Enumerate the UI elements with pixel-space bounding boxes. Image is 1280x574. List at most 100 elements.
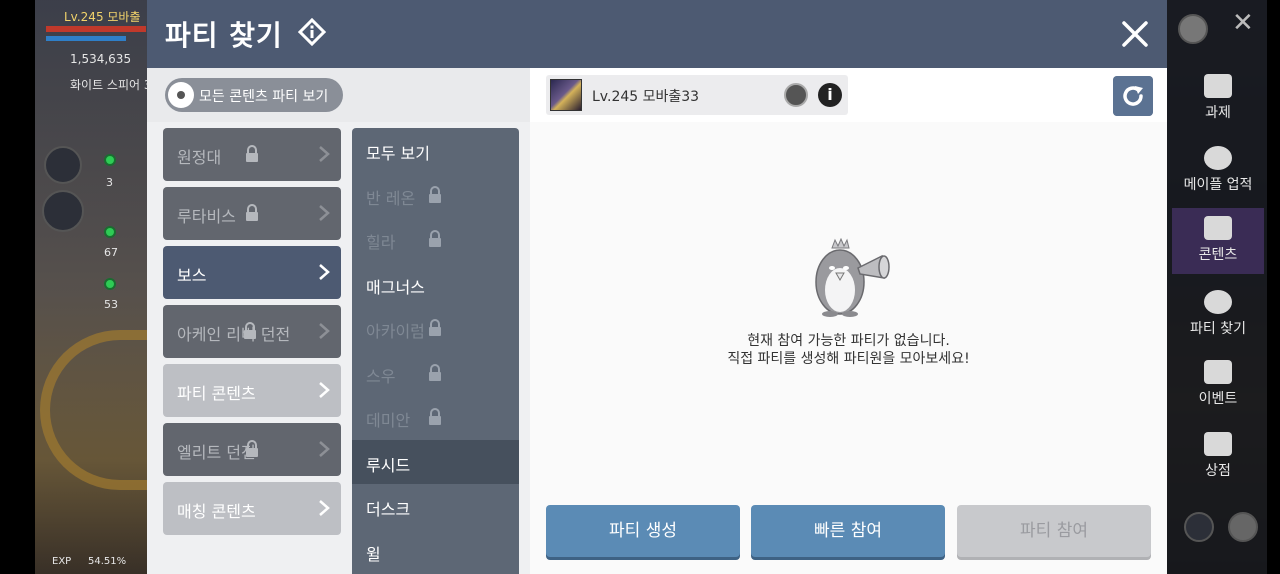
category-arcane-river-dungeon[interactable]: 아케인 리버 던전 [163, 305, 341, 358]
calendar-icon [1204, 360, 1232, 384]
character-name: Lv.245 모바출33 [592, 89, 700, 105]
category-list: 원정대 루타비스 보스 아케인 리버 던전 파티 콘텐츠 엘리트 던전 매칭 콘… [163, 128, 341, 541]
empty-message-line: 현재 참여 가능한 파티가 없습니다. [747, 333, 950, 349]
info-diamond-icon[interactable] [298, 18, 326, 46]
create-party-button[interactable]: 파티 생성 [546, 505, 740, 557]
quick-join-button[interactable]: 빠른 참여 [751, 505, 945, 557]
auto-icon[interactable] [1184, 512, 1214, 542]
boss-item-damien[interactable]: 데미안 [352, 395, 519, 440]
boss-item-lotus[interactable]: 스우 [352, 351, 519, 396]
penguin-megaphone-icon [814, 238, 890, 317]
category-matching-content[interactable]: 매칭 콘텐츠 [163, 482, 341, 535]
chevron-right-icon [319, 205, 330, 221]
game-screen: Lv.245 모바출 1,534,635 화이트 스피어 3 3 67 53 E… [0, 0, 1280, 574]
boss-item-will[interactable]: 윌 [352, 529, 519, 574]
lock-icon [429, 185, 441, 203]
slot-count: 53 [104, 298, 118, 311]
menu-item-label: 메이플 업적 [1183, 177, 1253, 193]
chevron-right-icon [319, 500, 330, 516]
menu-item-label: 콘텐츠 [1198, 247, 1238, 263]
party-finder-dialog: 파티 찾기 모든 콘텐츠 파티 보기 원정대 루타비스 보스 아케인 리버 던전… [147, 0, 1167, 574]
category-rootabyss[interactable]: 루타비스 [163, 187, 341, 240]
lock-icon [246, 204, 258, 221]
boss-item-label: 매그너스 [366, 277, 425, 297]
category-party-content[interactable]: 파티 콘텐츠 [163, 364, 341, 417]
refresh-button[interactable] [1113, 76, 1153, 116]
chevron-right-icon [319, 382, 330, 398]
filter-bar: 모든 콘텐츠 파티 보기 [147, 68, 530, 122]
character-bar: Lv.245 모바출33 i [530, 68, 1167, 122]
hud-handshake-icon[interactable] [42, 190, 84, 232]
slot-count: 3 [106, 176, 113, 189]
menu-item-content[interactable]: 콘텐츠 [1172, 208, 1264, 274]
join-party-button[interactable]: 파티 참여 [957, 505, 1151, 557]
screen-bezel-right [1267, 0, 1280, 574]
hud-level-name: Lv.245 모바출 [64, 10, 141, 24]
menu-item-achievement[interactable]: 메이플 업적 [1172, 138, 1264, 204]
menu-item-shop[interactable]: 상점 [1172, 424, 1264, 490]
close-button[interactable] [1117, 16, 1153, 52]
chevron-right-icon [319, 264, 330, 280]
all-content-toggle[interactable]: 모든 콘텐츠 파티 보기 [165, 78, 343, 112]
empty-message-line: 직접 파티를 생성해 파티원을 모아보세요! [727, 351, 970, 367]
boss-item-label: 아카이럼 [366, 322, 425, 341]
compass-icon[interactable] [784, 83, 808, 107]
toggle-knob [168, 82, 194, 108]
menu-item-party-finder[interactable]: 파티 찾기 [1172, 282, 1264, 348]
avatar [550, 79, 582, 111]
close-icon[interactable]: ✕ [1232, 8, 1254, 38]
boss-item-label: 루시드 [366, 455, 411, 475]
boss-item-lucid[interactable]: 루시드 [352, 439, 519, 484]
boss-item-label: 윌 [366, 544, 381, 564]
boss-item-arkarium[interactable]: 아카이럼 [352, 306, 519, 351]
boss-item-hilla[interactable]: 힐라 [352, 217, 519, 262]
category-label: 원정대 [177, 148, 222, 167]
category-elite-dungeon[interactable]: 엘리트 던전 [163, 423, 341, 476]
empty-message: 현재 참여 가능한 파티가 없습니다. 직접 파티를 생성해 파티원을 모아보세… [530, 332, 1167, 368]
boss-item-von-leon[interactable]: 반 레온 [352, 173, 519, 218]
boss-item-label: 데미안 [366, 411, 411, 430]
empty-state: 현재 참여 가능한 파티가 없습니다. 직접 파티를 생성해 파티원을 모아보세… [530, 238, 1167, 368]
exp-value: 54.51% [88, 556, 127, 567]
category-label: 루타비스 [177, 207, 236, 226]
menu-item-label: 이벤트 [1198, 391, 1238, 407]
hud-skill-icon[interactable] [44, 146, 82, 184]
boss-item-all[interactable]: 모두 보기 [352, 128, 519, 173]
gear-icon[interactable] [1228, 512, 1258, 542]
boss-item-magnus[interactable]: 매그너스 [352, 262, 519, 307]
chevron-right-icon [319, 323, 330, 339]
menu-item-quest[interactable]: 과제 [1172, 66, 1264, 132]
category-expedition[interactable]: 원정대 [163, 128, 341, 181]
backpack-icon[interactable] [1178, 14, 1208, 44]
info-icon[interactable]: i [818, 83, 842, 107]
dialog-titlebar: 파티 찾기 [147, 0, 1167, 68]
boss-item-label: 반 레온 [366, 188, 416, 208]
slot-status-icon [104, 278, 116, 290]
lock-icon [429, 319, 441, 336]
boss-item-dusk[interactable]: 더스크 [352, 484, 519, 529]
screen-bezel-left [0, 0, 35, 574]
category-label: 아케인 리버 던전 [177, 325, 291, 344]
slot-status-icon [104, 226, 116, 238]
boss-item-label: 모두 보기 [366, 144, 430, 163]
maple-leaf-icon [1204, 146, 1232, 170]
hud-meso: 1,534,635 [70, 52, 132, 66]
slot-status-icon [104, 154, 116, 166]
menu-item-event[interactable]: 이벤트 [1172, 352, 1264, 418]
lock-icon [246, 440, 258, 457]
category-label: 파티 콘텐츠 [177, 384, 256, 403]
boss-list: 모두 보기 반 레온 힐라 매그너스 아카이럼 스우 데미안 루시드 더스크 윌 [352, 128, 519, 574]
party-list-panel: Lv.245 모바출33 i 현재 참여 가능한 파티가 없습니다. 직접 파티… [530, 68, 1167, 574]
chevron-right-icon [319, 146, 330, 162]
category-label: 보스 [177, 266, 207, 285]
lock-icon [429, 408, 441, 425]
toggle-label: 모든 콘텐츠 파티 보기 [199, 89, 329, 105]
dialog-title: 파티 찾기 [165, 19, 283, 52]
boss-item-label: 더스크 [366, 500, 411, 519]
lock-icon [429, 230, 441, 247]
category-label: 매칭 콘텐츠 [177, 502, 256, 521]
lock-icon [246, 145, 258, 162]
menu-item-label: 상점 [1205, 463, 1231, 479]
category-boss[interactable]: 보스 [163, 246, 341, 299]
category-label: 엘리트 던전 [177, 443, 256, 462]
